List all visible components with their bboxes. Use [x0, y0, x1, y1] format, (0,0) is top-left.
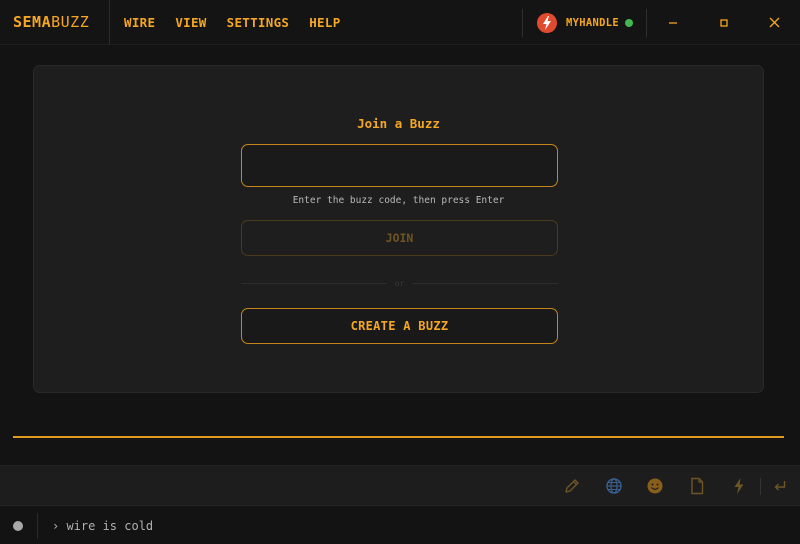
- create-buzz-button[interactable]: CREATE A BUZZ: [241, 308, 558, 344]
- join-button[interactable]: JOIN: [241, 220, 558, 256]
- title-bar: SEMA BUZZ WIRE VIEW SETTINGS HELP MYHANDL…: [0, 0, 800, 45]
- join-title: Join a Buzz: [357, 116, 440, 131]
- user-badge[interactable]: MYHANDLE: [523, 0, 646, 45]
- divider-line: [241, 282, 387, 284]
- avatar: [537, 12, 558, 33]
- brand-part1: SEMA: [13, 13, 52, 31]
- app-logo: SEMA BUZZ: [0, 0, 110, 44]
- lightning-button[interactable]: [728, 475, 750, 497]
- brand-part2: BUZZ: [51, 13, 90, 31]
- menu-view[interactable]: VIEW: [175, 15, 206, 30]
- status-text: › wire is cold: [52, 518, 154, 533]
- lightning-icon: [734, 478, 744, 494]
- menu-bar: WIRE VIEW SETTINGS HELP: [110, 0, 361, 44]
- maximize-icon: [719, 18, 728, 27]
- title-right: MYHANDLE: [522, 0, 800, 45]
- enter-icon: [774, 481, 786, 491]
- pencil-icon: [565, 479, 579, 493]
- status-divider: [37, 512, 38, 539]
- user-handle: MYHANDLE: [566, 16, 619, 29]
- maximize-button[interactable]: [698, 0, 749, 45]
- status-bar: › wire is cold: [0, 507, 800, 544]
- menu-help[interactable]: HELP: [309, 15, 340, 30]
- emoji-icon: [647, 478, 663, 494]
- lightning-bolt-icon: [543, 15, 552, 30]
- divider-line: [412, 282, 559, 284]
- minimize-icon: [668, 21, 677, 24]
- minimize-button[interactable]: [647, 0, 698, 45]
- input-hint: Enter the buzz code, then press Enter: [292, 195, 505, 206]
- close-button[interactable]: [749, 0, 800, 45]
- emoji-button[interactable]: [644, 475, 666, 497]
- menu-settings[interactable]: SETTINGS: [227, 15, 290, 30]
- toolbar-divider: [760, 478, 761, 495]
- globe-button[interactable]: [603, 475, 625, 497]
- composer-toolbar: [0, 465, 800, 506]
- menu-wire[interactable]: WIRE: [124, 15, 155, 30]
- divider-text: or: [394, 278, 405, 288]
- connection-status-dot: [13, 520, 23, 531]
- globe-icon: [606, 478, 622, 494]
- or-divider: or: [241, 276, 559, 290]
- buzz-code-input[interactable]: [241, 144, 558, 187]
- online-status-dot: [625, 18, 633, 27]
- send-button[interactable]: [769, 475, 791, 497]
- join-panel: Join a Buzz Enter the buzz code, then pr…: [33, 65, 764, 393]
- file-button[interactable]: [686, 475, 708, 497]
- close-icon: [769, 17, 780, 28]
- accent-line: [13, 436, 784, 438]
- pencil-button[interactable]: [561, 475, 583, 497]
- file-icon: [691, 477, 704, 495]
